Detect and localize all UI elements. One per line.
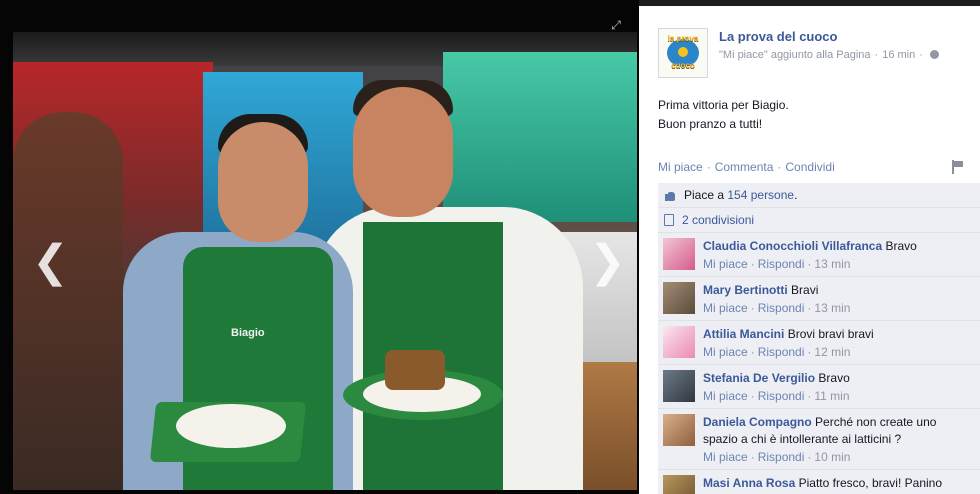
comment-text: Bravo xyxy=(818,371,850,385)
post-meta: "Mi piace" aggiunto alla Pagina · 16 min · xyxy=(719,49,939,61)
separator: · xyxy=(807,450,812,464)
comment-text: Bravo xyxy=(885,239,917,253)
photo-food xyxy=(385,350,445,390)
shares-row: 2 condivisioni xyxy=(658,208,980,233)
separator: · xyxy=(919,49,923,61)
likes-suffix: . xyxy=(794,188,798,202)
post-time[interactable]: 16 min xyxy=(882,49,915,61)
comment-author[interactable]: Attilia Mancini xyxy=(703,327,784,341)
separator: · xyxy=(807,389,812,403)
comment-author[interactable]: Mary Bertinotti xyxy=(703,283,788,297)
likes-prefix: Piace a xyxy=(684,188,728,202)
comment-like-button[interactable]: Mi piace xyxy=(703,450,748,464)
separator: · xyxy=(807,257,812,271)
comment-item: Masi Anna Rosa Piatto fresco, bravi! Pan… xyxy=(658,470,980,494)
comment-time[interactable]: 10 min xyxy=(814,450,850,464)
comment-avatar[interactable] xyxy=(663,326,695,358)
likes-row: Piace a 154 persone. xyxy=(658,183,980,208)
post-status: Prima vittoria per Biagio. Buon pranzo a… xyxy=(658,96,958,134)
photo-bg xyxy=(443,52,637,222)
meta-text: "Mi piace" aggiunto alla Pagina xyxy=(719,49,871,61)
photo-person xyxy=(218,122,308,242)
comment-author[interactable]: Daniela Compagno xyxy=(703,415,812,429)
comment-avatar[interactable] xyxy=(663,370,695,402)
thumbs-up-icon xyxy=(664,189,676,201)
comment-like-button[interactable]: Mi piace xyxy=(703,345,748,359)
comment-item: Stefania De Vergilio Bravo Mi piace · Risp… xyxy=(658,365,980,409)
logo-text-top: la prova xyxy=(667,34,699,43)
comment-button[interactable]: Commenta xyxy=(715,160,774,174)
post-actions: Mi piace · Commenta · Condividi xyxy=(658,160,973,174)
comment-like-button[interactable]: Mi piace xyxy=(703,389,748,403)
comment-time[interactable]: 13 min xyxy=(814,257,850,271)
separator: · xyxy=(706,160,711,174)
comment-item: Attilia Mancini Brovi bravi bravi Mi pia… xyxy=(658,321,980,365)
separator: · xyxy=(750,389,755,403)
share-button[interactable]: Condividi xyxy=(785,160,834,174)
flag-icon[interactable] xyxy=(951,160,963,174)
separator: · xyxy=(807,301,812,315)
logo-shape xyxy=(678,47,688,57)
like-button[interactable]: Mi piace xyxy=(658,160,703,174)
apron-name: Biagio xyxy=(231,327,265,339)
post-panel: la prova cuoco La prova del cuoco "Mi pi… xyxy=(639,6,980,494)
comment-item: Claudia Conocchioli Villafranca Bravo Mi… xyxy=(658,233,980,277)
separator: · xyxy=(750,301,755,315)
globe-icon[interactable] xyxy=(929,50,939,59)
comment-time[interactable]: 11 min xyxy=(814,389,849,403)
photo-person xyxy=(353,87,453,217)
comment-like-button[interactable]: Mi piace xyxy=(703,301,748,315)
comment-avatar[interactable] xyxy=(663,475,695,494)
post-header: la prova cuoco La prova del cuoco "Mi pi… xyxy=(658,27,968,81)
comment-text: Piatto fresco, bravi! Panino xyxy=(798,476,943,490)
comment-reply-button[interactable]: Rispondi xyxy=(758,301,805,315)
separator: · xyxy=(777,160,782,174)
comment-avatar[interactable] xyxy=(663,238,695,270)
status-line: Buon pranzo a tutti! xyxy=(658,117,763,131)
share-icon xyxy=(664,214,674,226)
flag-icon-part xyxy=(954,161,963,167)
comment-like-button[interactable]: Mi piace xyxy=(703,257,748,271)
photo-person xyxy=(13,112,123,490)
feedback-box: Piace a 154 persone. 2 condivisioni Clau… xyxy=(658,183,980,494)
page-avatar[interactable]: la prova cuoco xyxy=(658,28,708,78)
comment-author[interactable]: Stefania De Vergilio xyxy=(703,371,815,385)
comment-author[interactable]: Claudia Conocchioli Villafranca xyxy=(703,239,882,253)
comment-item: Mary Bertinotti Bravi Mi piace · Rispondi ·… xyxy=(658,277,980,321)
next-photo-icon[interactable]: ❯ xyxy=(589,238,626,286)
comment-text: Brovi bravi bravi xyxy=(787,327,874,341)
comment-time[interactable]: 12 min xyxy=(814,345,850,359)
logo-text-bottom: cuoco xyxy=(671,61,695,70)
separator: · xyxy=(750,345,755,359)
comment-reply-button[interactable]: Rispondi xyxy=(758,257,805,271)
separator: · xyxy=(807,345,812,359)
comment-time[interactable]: 13 min xyxy=(814,301,850,315)
separator: · xyxy=(750,257,755,271)
comment-avatar[interactable] xyxy=(663,414,695,446)
separator: · xyxy=(874,49,879,61)
comment-author[interactable]: Masi Anna Rosa xyxy=(703,476,795,490)
photo-viewer: Biagio ❮ ❯ ⤢ xyxy=(0,0,639,494)
comment-reply-button[interactable]: Rispondi xyxy=(758,450,805,464)
photo-plate xyxy=(176,404,286,448)
post-photo[interactable]: Biagio xyxy=(13,32,637,490)
comment-text: Bravi xyxy=(791,283,819,297)
page-name-link[interactable]: La prova del cuoco xyxy=(719,29,837,44)
likes-count-link[interactable]: 154 persone xyxy=(727,188,794,202)
comment-reply-button[interactable]: Rispondi xyxy=(758,389,805,403)
previous-photo-icon[interactable]: ❮ xyxy=(32,238,69,286)
comment-avatar[interactable] xyxy=(663,282,695,314)
comment-reply-button[interactable]: Rispondi xyxy=(758,345,805,359)
fullscreen-icon[interactable]: ⤢ xyxy=(609,18,623,32)
status-line: Prima vittoria per Biagio. xyxy=(658,98,789,112)
comment-item: Daniela Compagno Perché non create uno s… xyxy=(658,409,980,470)
separator: · xyxy=(750,450,755,464)
shares-count-link[interactable]: 2 condivisioni xyxy=(682,213,754,227)
